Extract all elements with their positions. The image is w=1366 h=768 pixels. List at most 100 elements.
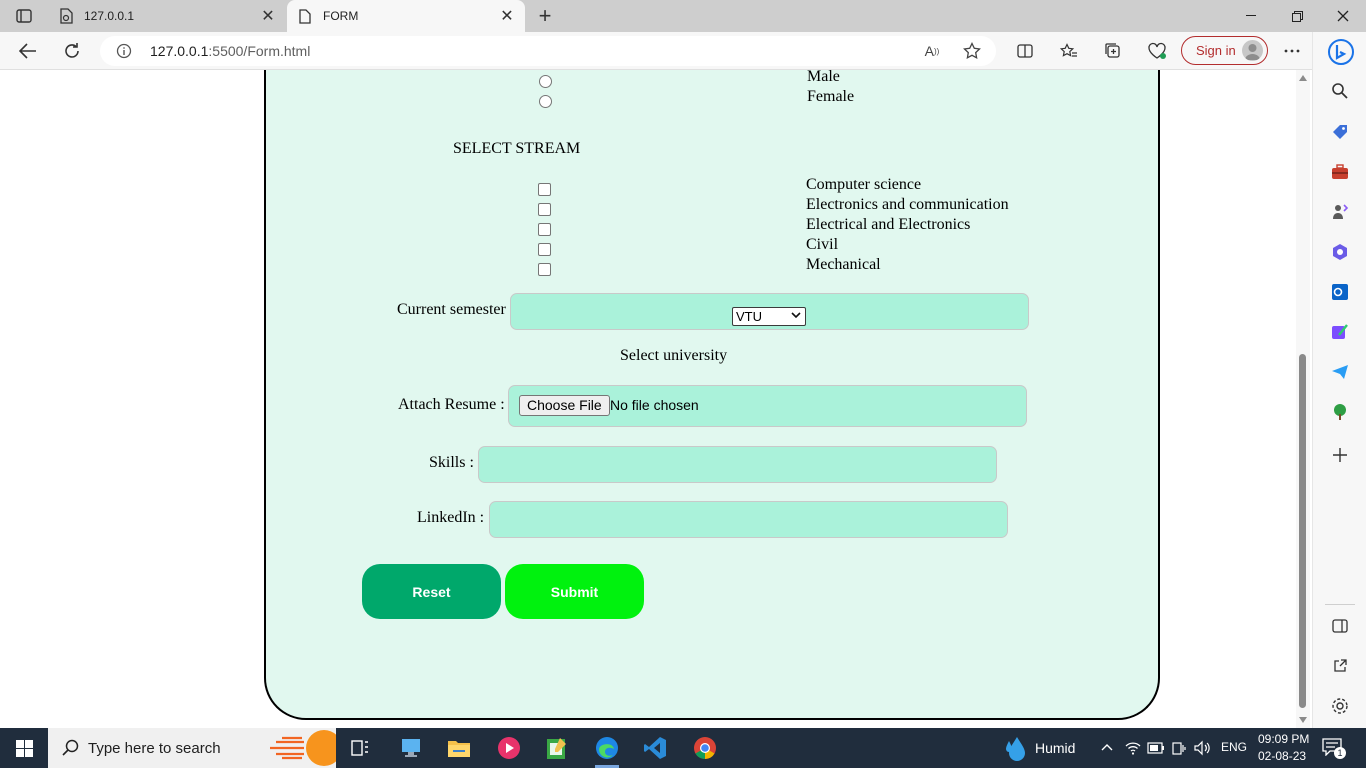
- edge-browser-icon[interactable]: [587, 732, 627, 768]
- address-bar[interactable]: 127.0.0.1:5500/Form.html A)): [100, 36, 996, 66]
- weather-droplet-icon[interactable]: [1003, 735, 1027, 761]
- stream-ec-checkbox[interactable]: [538, 203, 551, 216]
- read-aloud-icon[interactable]: A)): [922, 41, 942, 61]
- notes-app-icon[interactable]: [537, 732, 577, 764]
- scroll-down-arrow-icon[interactable]: [1299, 717, 1307, 723]
- stream-ec-label: Electronics and communication: [806, 196, 1009, 213]
- choose-file-button[interactable]: Choose File: [519, 395, 610, 416]
- stream-heading: SELECT STREAM: [453, 140, 581, 157]
- reset-button[interactable]: Reset: [362, 564, 501, 619]
- collections-icon[interactable]: [1099, 37, 1127, 65]
- device-icon[interactable]: [1171, 740, 1187, 756]
- semester-label: Current semester: [397, 301, 506, 318]
- tab-form[interactable]: FORM ✕: [287, 0, 525, 32]
- close-tab-icon[interactable]: ✕: [258, 6, 278, 26]
- tools-briefcase-icon[interactable]: [1329, 161, 1351, 183]
- stream-ee-label: Electrical and Electronics: [806, 216, 971, 233]
- tab-title: 127.0.0.1: [84, 9, 135, 23]
- split-screen-icon[interactable]: [1011, 37, 1039, 65]
- tab-actions-icon[interactable]: [8, 5, 40, 27]
- games-icon[interactable]: [1329, 201, 1351, 223]
- resume-label: Attach Resume :: [398, 396, 505, 413]
- stream-mech-checkbox[interactable]: [538, 263, 551, 276]
- close-window-icon[interactable]: [1320, 0, 1366, 32]
- stream-ee-checkbox[interactable]: [538, 223, 551, 236]
- browser-essentials-icon[interactable]: [1143, 37, 1171, 65]
- page-viewport: Male Female SELECT STREAM Computer scien…: [0, 70, 1296, 728]
- minimize-icon[interactable]: [1228, 0, 1274, 32]
- vscode-icon[interactable]: [635, 732, 675, 764]
- university-label: Select university: [620, 347, 728, 364]
- gender-female-radio[interactable]: [539, 95, 552, 108]
- back-icon[interactable]: [14, 37, 42, 65]
- search-icon[interactable]: [1329, 80, 1351, 102]
- clock-date[interactable]: 02-08-23: [1258, 749, 1306, 763]
- gender-male-label: Male: [807, 70, 840, 85]
- stream-cs-checkbox[interactable]: [538, 183, 551, 196]
- microsoft-365-icon[interactable]: [1329, 241, 1351, 263]
- university-select[interactable]: VTU: [732, 307, 806, 326]
- add-sidebar-app-icon[interactable]: [1329, 444, 1351, 466]
- linkedin-input[interactable]: [489, 501, 1008, 538]
- windows-taskbar: Type here to search Humid ENG 09:09 PM 0…: [0, 728, 1366, 768]
- favorites-icon[interactable]: [1055, 37, 1083, 65]
- stream-civil-checkbox[interactable]: [538, 243, 551, 256]
- gender-male-radio[interactable]: [539, 75, 552, 88]
- file-explorer-icon[interactable]: [439, 732, 479, 764]
- volume-icon[interactable]: [1193, 740, 1211, 756]
- favorite-star-icon[interactable]: [962, 41, 982, 61]
- restore-icon[interactable]: [1274, 0, 1320, 32]
- scroll-thumb[interactable]: [1299, 354, 1306, 708]
- sun-illustration-icon: [270, 730, 336, 766]
- clock-time[interactable]: 09:09 PM: [1258, 732, 1309, 746]
- chrome-icon[interactable]: [685, 732, 725, 764]
- linkedin-label: LinkedIn :: [417, 509, 485, 526]
- task-view-icon[interactable]: [340, 732, 380, 764]
- sign-in-button[interactable]: Sign in: [1181, 36, 1268, 65]
- sidebar-divider: [1325, 604, 1355, 605]
- form-card: Male Female SELECT STREAM Computer scien…: [264, 70, 1160, 720]
- skills-input[interactable]: [478, 446, 997, 483]
- notifications-icon[interactable]: 1: [1322, 738, 1346, 759]
- tab-strip: 127.0.0.1 ✕ FORM ✕ +: [0, 0, 1366, 32]
- language-indicator[interactable]: ENG: [1221, 740, 1247, 754]
- refresh-icon[interactable]: [58, 37, 86, 65]
- more-menu-icon[interactable]: [1278, 37, 1306, 65]
- resume-file-field: Choose File No file chosen: [508, 385, 1027, 427]
- profile-avatar-icon: [1242, 40, 1263, 61]
- chevron-up-icon[interactable]: [1101, 743, 1113, 751]
- tab-localhost[interactable]: 127.0.0.1 ✕: [48, 0, 286, 32]
- windows-start-icon[interactable]: [0, 728, 48, 768]
- wifi-icon[interactable]: [1125, 740, 1141, 756]
- skills-label: Skills :: [429, 454, 474, 471]
- submit-button[interactable]: Submit: [505, 564, 644, 619]
- tab-title: FORM: [323, 9, 359, 23]
- send-telegram-icon[interactable]: [1329, 361, 1351, 383]
- chevron-down-icon: [791, 312, 801, 319]
- stream-civil-label: Civil: [806, 236, 839, 253]
- outlook-icon[interactable]: [1329, 281, 1351, 303]
- settings-gear-icon[interactable]: [1329, 695, 1351, 717]
- close-tab-icon[interactable]: ✕: [497, 6, 517, 26]
- taskbar-search-box[interactable]: Type here to search: [48, 728, 336, 768]
- scroll-up-arrow-icon[interactable]: [1299, 75, 1307, 81]
- page-scrollbar[interactable]: [1296, 70, 1310, 728]
- battery-icon[interactable]: [1147, 742, 1165, 754]
- designer-icon[interactable]: [1329, 321, 1351, 343]
- new-tab-icon[interactable]: +: [533, 4, 557, 28]
- weather-text: Humid: [1035, 740, 1076, 756]
- this-pc-icon[interactable]: [391, 732, 431, 764]
- edge-sidebar: [1312, 32, 1366, 728]
- browser-toolbar: 127.0.0.1:5500/Form.html A)) Sign in: [0, 32, 1366, 70]
- search-icon: [62, 739, 79, 756]
- media-player-icon[interactable]: [489, 732, 529, 764]
- bing-copilot-icon[interactable]: [1327, 38, 1355, 66]
- shopping-tag-icon[interactable]: [1329, 121, 1351, 143]
- external-link-icon[interactable]: [1329, 655, 1351, 677]
- page-share-icon: [58, 8, 74, 24]
- stream-mech-label: Mechanical: [806, 256, 881, 273]
- document-icon: [297, 8, 313, 24]
- hide-sidebar-icon[interactable]: [1329, 615, 1351, 637]
- tree-icon[interactable]: [1329, 401, 1351, 423]
- info-icon[interactable]: [116, 43, 132, 59]
